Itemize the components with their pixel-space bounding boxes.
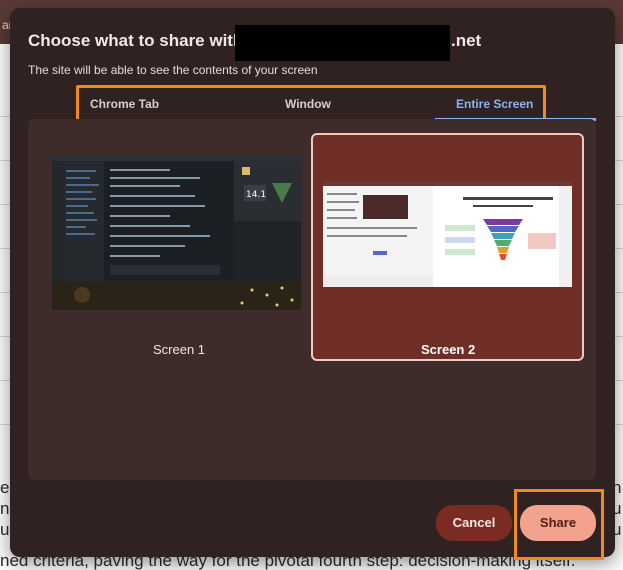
background-divider: [615, 336, 623, 337]
background-text-fragment: n: [0, 499, 10, 518]
background-divider: [0, 424, 10, 425]
screen-2-card[interactable]: [311, 133, 584, 361]
svg-text:14.1: 14.1: [246, 190, 266, 200]
background-divider: [615, 160, 623, 161]
dialog-title-suffix: .net: [451, 31, 482, 50]
background-divider: [0, 336, 10, 337]
background-divider: [615, 380, 623, 381]
background-divider: [0, 204, 10, 205]
share-annotation-highlight: [514, 489, 604, 560]
background-text-fragment: u: [0, 520, 10, 539]
background-divider: [615, 248, 623, 249]
screen-1-thumbnail: 14.1: [52, 155, 301, 310]
background-divider: [0, 292, 10, 293]
background-divider: [0, 248, 10, 249]
redacted-site-name: [235, 25, 450, 61]
dialog-title: Choose what to share with: [28, 31, 244, 50]
cancel-button[interactable]: Cancel: [436, 505, 512, 541]
background-divider: [615, 292, 623, 293]
screen-1-card[interactable]: 14.1: [42, 145, 303, 360]
dialog-subtitle: The site will be able to see the content…: [28, 63, 318, 77]
screen-2-label: Screen 2: [421, 342, 476, 357]
background-divider: [0, 116, 10, 117]
tab-window[interactable]: Window: [285, 97, 331, 111]
background-divider: [615, 424, 623, 425]
background-divider: [615, 204, 623, 205]
background-divider: [0, 380, 10, 381]
tab-chrome-tab[interactable]: Chrome Tab: [90, 97, 159, 111]
background-text-fragment: e: [0, 478, 10, 497]
screen-2-thumbnail: [323, 181, 572, 287]
background-divider: [0, 160, 10, 161]
screen-1-label: Screen 1: [153, 342, 206, 357]
background-divider: [615, 116, 623, 117]
tab-entire-screen[interactable]: Entire Screen: [456, 97, 533, 111]
